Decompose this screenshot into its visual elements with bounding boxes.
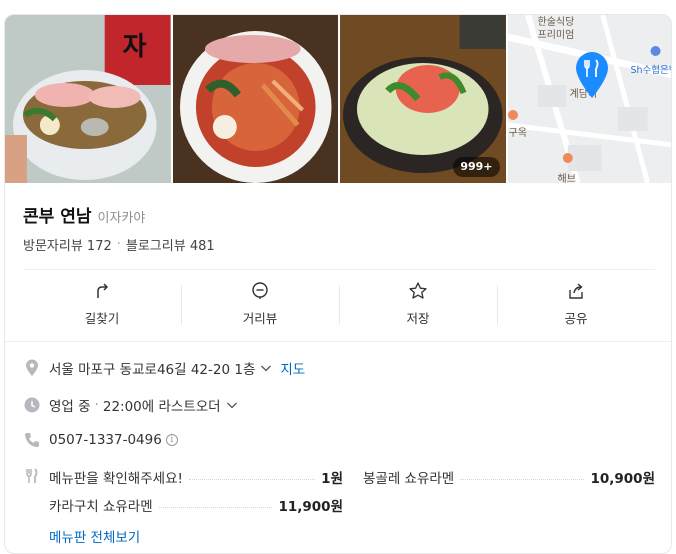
phone-icon [23, 431, 41, 449]
address-row: 서울 마포구 동교로46길 42-20 1층 지도 [23, 358, 305, 378]
photo-1[interactable]: 자 [5, 15, 171, 183]
share-icon [569, 283, 583, 299]
review-counts: 방문자리뷰 172 · 블로그리뷰 481 [23, 235, 215, 254]
street-view-icon [252, 282, 268, 299]
svg-text:자: 자 [123, 32, 147, 62]
open-status: 영업 중 [49, 399, 91, 415]
menu-item[interactable]: 메뉴판을 확인해주세요! 1원 [49, 467, 343, 487]
map-thumbnail[interactable]: 한술식당 프리미엄 Sh수협은행 계담디 구옥 해브 [507, 15, 672, 183]
star-icon [409, 282, 427, 299]
street-view-label: 거리뷰 [242, 311, 278, 326]
menu-item-name: 봉골레 쇼유라멘 [363, 471, 455, 487]
directions-label: 길찾기 [84, 311, 120, 326]
divider [5, 341, 671, 342]
place-card: 자 999+ 한술식당 프리미엄 Sh수협은 계담디 구옥 해브 콘부 연남 이… [4, 14, 672, 554]
clock-icon [23, 396, 41, 414]
directions-button[interactable]: 길찾기 [23, 281, 181, 329]
phone-row: 0507-1337-0496 i [23, 431, 178, 449]
photo-strip: 자 999+ 한술식당 프리미엄 Sh수협은 계담디 구옥 해브 [5, 15, 672, 183]
share-label: 공유 [564, 311, 588, 326]
menu-item-name: 카라구치 쇼유라멘 [49, 499, 153, 515]
map-pin-icon [575, 52, 608, 98]
menu-item-price: 10,900원 [590, 471, 655, 487]
directions-icon [97, 283, 109, 298]
photo-3[interactable]: 999+ [340, 15, 506, 183]
menu-item[interactable]: 카라구치 쇼유라멘 11,900원 [49, 495, 343, 515]
hours-separator: · [94, 397, 99, 413]
photo-2[interactable] [172, 15, 338, 183]
blog-reviews-link[interactable]: 블로그리뷰 481 [126, 235, 215, 254]
action-bar: 길찾기 거리뷰 저장 공유 [23, 281, 655, 329]
cutlery-icon [23, 467, 41, 485]
menu-item-price: 1원 [321, 471, 343, 487]
info-icon[interactable]: i [165, 434, 178, 446]
save-button[interactable]: 저장 [339, 281, 497, 329]
menu-icon-wrap [23, 467, 49, 485]
menu-leader [188, 478, 316, 480]
place-category: 이자카야 [97, 211, 146, 226]
title-row: 콘부 연남 이자카야 [23, 202, 145, 227]
menu-item[interactable]: 봉골레 쇼유라멘 10,900원 [363, 467, 655, 487]
menu-item-name: 메뉴판을 확인해주세요! [49, 471, 183, 487]
divider [23, 269, 655, 270]
location-pin-icon [23, 359, 41, 377]
chevron-down-icon[interactable] [226, 399, 238, 411]
place-name[interactable]: 콘부 연남 [23, 202, 91, 227]
map-link[interactable]: 지도 [280, 358, 305, 378]
last-order-text[interactable]: 22:00에 라스트오더 [103, 395, 221, 415]
share-button[interactable]: 공유 [497, 281, 655, 329]
chevron-down-icon[interactable] [260, 362, 272, 374]
map-label: Sh수협은행 [630, 65, 672, 76]
map-label: 구옥 [508, 128, 527, 139]
view-full-menu-link[interactable]: 메뉴판 전체보기 [49, 526, 140, 546]
hours-row: 영업 중 · 22:00에 라스트오더 [23, 395, 238, 415]
menu-leader [460, 478, 585, 480]
menu-leader [158, 506, 273, 508]
menu-item-price: 11,900원 [278, 499, 343, 515]
address-text[interactable]: 서울 마포구 동교로46길 42-20 1층 [49, 358, 255, 378]
save-label: 저장 [406, 311, 430, 326]
visitor-reviews-link[interactable]: 방문자리뷰 172 [23, 235, 112, 254]
map-label: 해브 [557, 174, 576, 183]
street-view-button[interactable]: 거리뷰 [181, 281, 339, 329]
map-label: 프리미엄 [537, 30, 575, 41]
phone-number[interactable]: 0507-1337-0496 [49, 432, 162, 448]
review-separator: · [116, 237, 121, 252]
photo-count-badge: 999+ [453, 157, 500, 177]
